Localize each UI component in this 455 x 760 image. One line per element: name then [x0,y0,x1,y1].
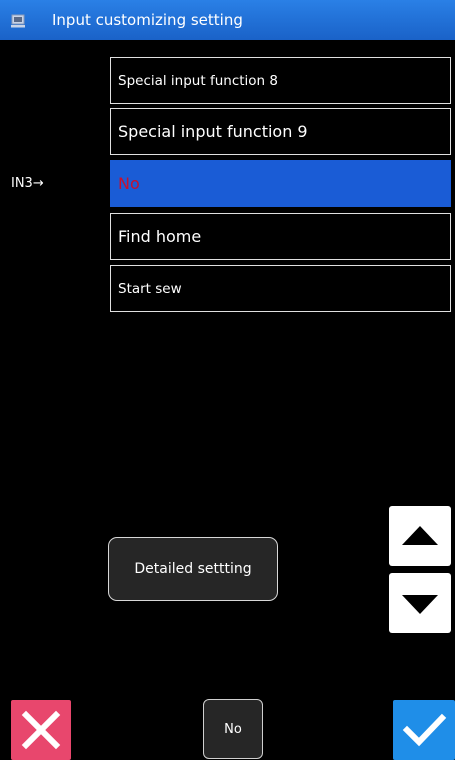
device-icon [11,13,25,28]
list-item-special-input-9[interactable]: Special input function 9 [110,108,451,155]
title-bar: Input customizing setting [0,0,455,40]
confirm-button[interactable] [393,700,455,760]
list-item-find-home[interactable]: Find home [110,213,451,260]
list-item-no-selected[interactable]: No [110,160,451,207]
list-item-start-sew[interactable]: Start sew [110,265,451,312]
current-value-button[interactable]: No [203,699,263,759]
triangle-down-icon [402,595,438,614]
scroll-up-button[interactable] [389,506,451,566]
list-item-special-input-8[interactable]: Special input function 8 [110,57,451,104]
detailed-setting-button[interactable]: Detailed settting [108,537,278,601]
cancel-button[interactable] [11,700,71,760]
checkmark-icon [402,713,447,747]
triangle-up-icon [402,526,438,545]
close-icon [21,710,61,750]
input-port-label: IN3→ [11,176,44,191]
scroll-down-button[interactable] [389,573,451,633]
page-title: Input customizing setting [52,11,243,29]
